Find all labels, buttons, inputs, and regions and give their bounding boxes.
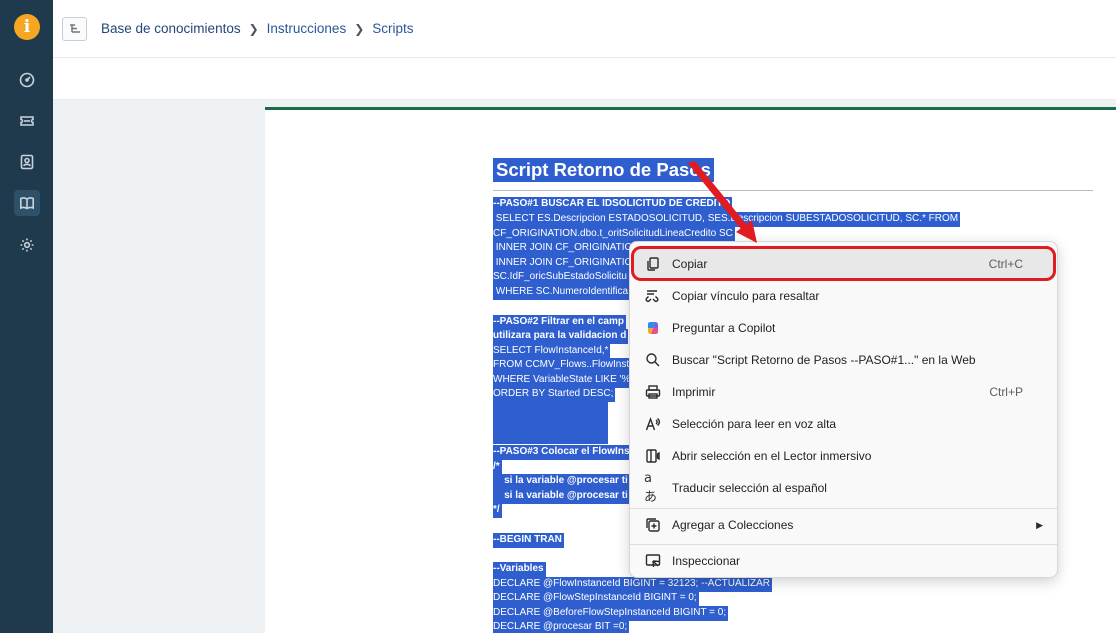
selection-gap <box>493 402 608 444</box>
collections-icon <box>644 516 662 534</box>
code-line: DECLARE @FlowInstanceId BIGINT = 32123; … <box>493 577 773 592</box>
link-highlight-icon <box>644 287 662 305</box>
gauge-icon <box>19 72 35 88</box>
code-line: --Variables <box>493 562 546 577</box>
nav-contacts[interactable] <box>14 149 40 175</box>
code-line: */ <box>493 503 502 518</box>
code-line: --PASO#2 Filtrar en el camp <box>493 315 626 330</box>
menu-item-label: Abrir selección en el Lector inmersivo <box>672 449 872 463</box>
nav-dashboard[interactable] <box>14 67 40 93</box>
code-line: FROM CCMV_Flows..FlowInsta <box>493 358 637 373</box>
menu-item-label: Copiar vínculo para resaltar <box>672 289 820 303</box>
nav-settings[interactable] <box>14 232 40 258</box>
gear-icon <box>20 238 34 252</box>
code-line: /* <box>493 460 502 475</box>
copilot-icon <box>644 319 662 337</box>
menu-item-translate[interactable]: aあ Traducir selección al español <box>634 471 1055 505</box>
translate-icon: aあ <box>644 471 658 505</box>
breadcrumb-item-scripts[interactable]: Scripts <box>372 21 413 36</box>
code-line: --PASO#1 BUSCAR EL IDSOLICITUD DE CREDIT… <box>493 197 733 212</box>
code-line: utilizara para la validacion d <box>493 329 629 344</box>
menu-item-copilot[interactable]: Preguntar a Copilot <box>634 313 1055 343</box>
menu-item-inspect[interactable]: Inspeccionar <box>634 546 1055 576</box>
code-line: INNER JOIN CF_ORIGINATION <box>493 256 642 271</box>
toolbar-strip <box>53 58 1116 100</box>
breadcrumb: Base de conocimientos ❯ Instrucciones ❯ … <box>101 21 414 36</box>
menu-item-label: Imprimir <box>672 385 716 399</box>
menu-item-collections[interactable]: Agregar a Colecciones ▶ <box>634 510 1055 540</box>
printer-icon <box>644 383 662 401</box>
code-line: DECLARE @BeforeFlowStepInstanceId BIGINT… <box>493 606 729 621</box>
code-line: --PASO#3 Colocar el FlowIns <box>493 445 632 460</box>
menu-item-label: Traducir selección al español <box>672 481 827 495</box>
nav-tickets[interactable] <box>14 108 40 134</box>
code-line: --BEGIN TRAN <box>493 533 564 548</box>
menu-item-shortcut: Ctrl+P <box>989 385 1023 399</box>
code-line: CF_ORIGINATION.dbo.t_oritSolicitudLineaC… <box>493 227 735 242</box>
code-line: SELECT FlowInstanceId,* <box>493 344 611 359</box>
doc-title: Script Retorno de Pasos <box>493 158 714 182</box>
sidebar: i <box>0 0 53 633</box>
menu-item-copy-link[interactable]: Copiar vínculo para resaltar <box>634 281 1055 311</box>
book-icon <box>20 197 34 210</box>
menu-item-label: Buscar "Script Retorno de Pasos --PASO#1… <box>672 353 976 367</box>
code-line: SC.IdF_oricSubEstadoSolicitu <box>493 270 629 285</box>
menu-separator <box>630 544 1057 545</box>
inspect-icon <box>644 552 662 570</box>
code-line: si la variable @procesar ti <box>493 474 630 489</box>
menu-item-print[interactable]: Imprimir Ctrl+P <box>634 377 1055 407</box>
search-icon <box>644 351 662 369</box>
menu-item-label: Agregar a Colecciones <box>672 518 794 532</box>
menu-item-label: Inspeccionar <box>672 554 741 568</box>
menu-item-read-aloud[interactable]: Selección para leer en voz alta <box>634 409 1055 439</box>
sidebar-toggle-button[interactable] <box>62 17 87 41</box>
contact-icon <box>20 154 34 170</box>
code-line: SELECT ES.Descripcion ESTADOSOLICITUD, S… <box>493 212 961 227</box>
breadcrumb-item-knowledge-base[interactable]: Base de conocimientos <box>101 21 241 36</box>
chevron-right-icon: ❯ <box>248 21 259 36</box>
code-line: DECLARE @procesar BIT =0; <box>493 620 630 633</box>
code-line: WHERE VariableState LIKE '%2 <box>493 373 638 388</box>
menu-item-label: Selección para leer en voz alta <box>672 417 837 431</box>
app-window: i Base de conocimientos ❯ Instrucciones … <box>0 0 1116 633</box>
menu-separator <box>630 508 1057 509</box>
chevron-right-icon: ▶ <box>1036 519 1043 530</box>
ticket-icon <box>20 116 34 126</box>
read-aloud-icon <box>644 415 662 433</box>
code-line: INNER JOIN CF_ORIGINATION <box>493 241 642 256</box>
doc-divider <box>493 190 1093 191</box>
menu-item-search-web[interactable]: Buscar "Script Retorno de Pasos --PASO#1… <box>634 345 1055 375</box>
code-line: DECLARE @FlowStepInstanceId BIGINT = 0; <box>493 591 699 606</box>
annotation-highlight-box <box>631 246 1056 281</box>
code-line: WHERE SC.NumeroIdentifica <box>493 285 631 300</box>
top-header: Base de conocimientos ❯ Instrucciones ❯ … <box>53 0 1116 58</box>
chevron-right-icon: ❯ <box>354 21 365 36</box>
code-line: si la variable @procesar ti <box>493 489 630 504</box>
collapse-tree-icon <box>69 24 80 33</box>
code-line: ORDER BY Started DESC; <box>493 387 616 402</box>
context-menu: Copiar Ctrl+C Copiar vínculo para resalt… <box>629 241 1058 578</box>
immersive-reader-icon <box>644 447 662 465</box>
nav-knowledge-base[interactable] <box>14 190 40 216</box>
app-logo[interactable]: i <box>14 14 40 40</box>
breadcrumb-item-instructions[interactable]: Instrucciones <box>267 21 347 36</box>
menu-item-immersive-reader[interactable]: Abrir selección en el Lector inmersivo <box>634 441 1055 471</box>
menu-item-label: Preguntar a Copilot <box>672 321 776 335</box>
